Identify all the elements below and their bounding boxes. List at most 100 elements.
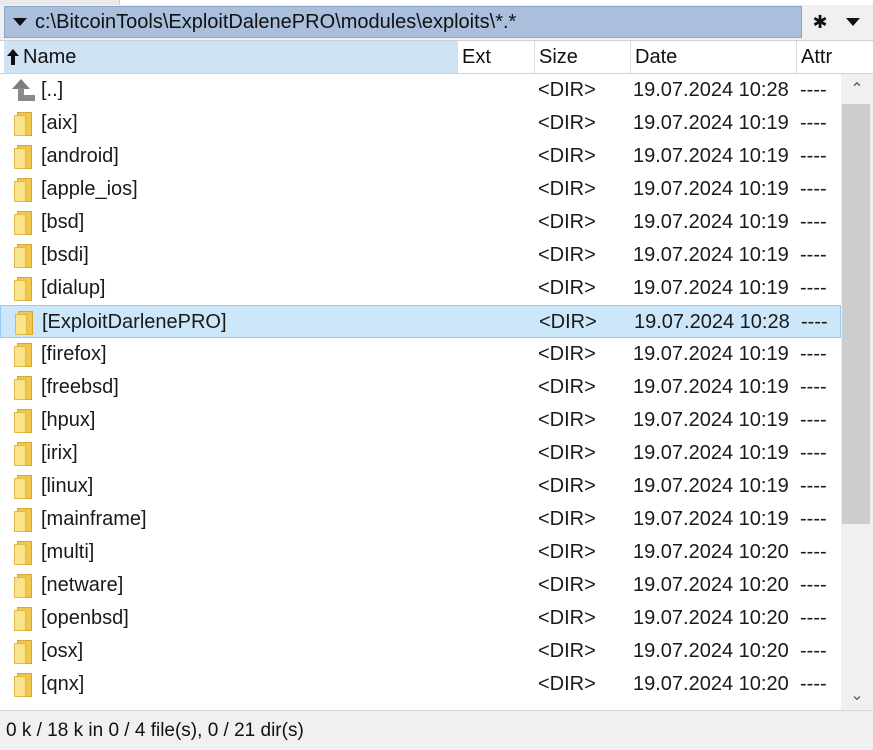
folder-icon [10,239,36,272]
file-size: <DIR> [538,211,596,233]
scroll-down-icon[interactable]: ⌄ [841,680,873,710]
file-row[interactable]: [irix] <DIR> 19.07.2024 10:19 ---- [0,437,841,470]
file-attr: ---- [800,211,827,233]
file-row[interactable]: [bsd] <DIR> 19.07.2024 10:19 ---- [0,206,841,239]
file-name: [irix] [41,442,78,464]
file-size: <DIR> [538,277,596,299]
file-date: 19.07.2024 10:19 [633,409,789,431]
asterisk-icon[interactable]: ✱ [806,8,834,36]
file-date: 19.07.2024 10:19 [633,112,789,134]
file-name: [android] [41,145,119,167]
folder-icon [10,470,36,503]
file-date: 19.07.2024 10:20 [633,541,789,563]
file-row[interactable]: [linux] <DIR> 19.07.2024 10:19 ---- [0,470,841,503]
file-date: 19.07.2024 10:19 [633,475,789,497]
column-header-ext[interactable]: Ext [458,41,535,73]
file-row[interactable]: [openbsd] <DIR> 19.07.2024 10:20 ---- [0,602,841,635]
file-row[interactable]: [ExploitDarlenePRO] <DIR> 19.07.2024 10:28… [0,305,841,338]
file-row[interactable]: [firefox] <DIR> 19.07.2024 10:19 ---- [0,338,841,371]
file-date: 19.07.2024 10:19 [633,442,789,464]
folder-icon [10,173,36,206]
file-size: <DIR> [538,145,596,167]
file-attr: ---- [800,475,827,497]
file-row[interactable]: [..] <DIR> 19.07.2024 10:28 ---- [0,74,841,107]
file-row[interactable]: [qnx] <DIR> 19.07.2024 10:20 ---- [0,668,841,701]
file-date: 19.07.2024 10:28 [634,311,790,333]
column-label-size: Size [539,45,578,68]
file-row[interactable]: [hpux] <DIR> 19.07.2024 10:19 ---- [0,404,841,437]
current-path: c:\BitcoinTools\ExploitDalenePRO\modules… [35,10,517,33]
file-date: 19.07.2024 10:19 [633,178,789,200]
file-name: [linux] [41,475,94,497]
folder-icon [10,404,36,437]
path-bar: c:\BitcoinTools\ExploitDalenePRO\modules… [0,5,873,40]
file-date: 19.07.2024 10:19 [633,376,789,398]
folder-icon [10,536,36,569]
file-name: [freebsd] [41,376,119,398]
file-date: 19.07.2024 10:20 [633,574,789,596]
column-header-date[interactable]: Date [631,41,797,73]
file-attr: ---- [800,145,827,167]
file-attr: ---- [801,311,828,333]
file-attr: ---- [800,343,827,365]
file-attr: ---- [800,541,827,563]
file-row[interactable]: [freebsd] <DIR> 19.07.2024 10:19 ---- [0,371,841,404]
column-header-size[interactable]: Size [535,41,631,73]
file-date: 19.07.2024 10:20 [633,640,789,662]
scrollbar-thumb[interactable] [842,104,870,524]
file-row[interactable]: [netware] <DIR> 19.07.2024 10:20 ---- [0,569,841,602]
folder-icon [10,503,36,536]
column-label-attr: Attr [801,45,833,68]
file-attr: ---- [800,508,827,530]
file-name: [mainframe] [41,508,147,530]
column-header-name[interactable]: Name [4,41,458,73]
file-size: <DIR> [538,607,596,629]
file-attr: ---- [800,640,827,662]
file-row[interactable]: [bsdi] <DIR> 19.07.2024 10:19 ---- [0,239,841,272]
file-size: <DIR> [538,673,596,695]
file-row[interactable]: [osx] <DIR> 19.07.2024 10:20 ---- [0,635,841,668]
chevron-down-icon[interactable] [840,8,866,36]
file-row[interactable]: [android] <DIR> 19.07.2024 10:19 ---- [0,140,841,173]
file-size: <DIR> [538,442,596,464]
file-size: <DIR> [539,311,597,333]
file-name: [openbsd] [41,607,129,629]
file-size: <DIR> [538,244,596,266]
file-size: <DIR> [538,640,596,662]
file-row[interactable]: [mainframe] <DIR> 19.07.2024 10:19 ---- [0,503,841,536]
folder-icon [10,140,36,173]
file-row[interactable]: [aix] <DIR> 19.07.2024 10:19 ---- [0,107,841,140]
folder-icon [10,635,36,668]
file-date: 19.07.2024 10:19 [633,145,789,167]
file-list[interactable]: [..] <DIR> 19.07.2024 10:28 ---- [aix] <DIR> 1… [0,74,841,710]
folder-icon [10,668,36,701]
folder-icon [10,371,36,404]
file-size: <DIR> [538,343,596,365]
file-name: [ExploitDarlenePRO] [42,311,227,333]
vertical-scrollbar[interactable]: ⌃ ⌄ [841,74,873,710]
file-attr: ---- [800,442,827,464]
status-bar: 0 k / 18 k in 0 / 4 file(s), 0 / 21 dir(… [0,710,873,750]
sort-ascending-icon [6,48,20,66]
file-row[interactable]: [dialup] <DIR> 19.07.2024 10:19 ---- [0,272,841,305]
column-header-attr[interactable]: Attr [797,41,873,73]
status-text: 0 k / 18 k in 0 / 4 file(s), 0 / 21 dir(… [6,719,304,741]
folder-icon [10,272,36,305]
file-row[interactable]: [multi] <DIR> 19.07.2024 10:20 ---- [0,536,841,569]
folder-icon [10,206,36,239]
file-size: <DIR> [538,178,596,200]
folder-icon [10,569,36,602]
folder-icon [10,338,36,371]
file-name: [apple_ios] [41,178,138,200]
file-row[interactable]: [apple_ios] <DIR> 19.07.2024 10:19 ---- [0,173,841,206]
up-folder-icon [10,74,36,107]
column-header: Name Ext Size Date Attr [0,40,873,74]
scroll-up-icon[interactable]: ⌃ [841,74,873,104]
file-attr: ---- [800,79,827,101]
file-name: [..] [41,79,64,101]
path-field[interactable]: c:\BitcoinTools\ExploitDalenePRO\modules… [4,6,802,38]
file-size: <DIR> [538,112,596,134]
file-size: <DIR> [538,79,596,101]
history-dropdown-icon[interactable] [11,18,29,26]
file-date: 19.07.2024 10:28 [633,79,789,101]
